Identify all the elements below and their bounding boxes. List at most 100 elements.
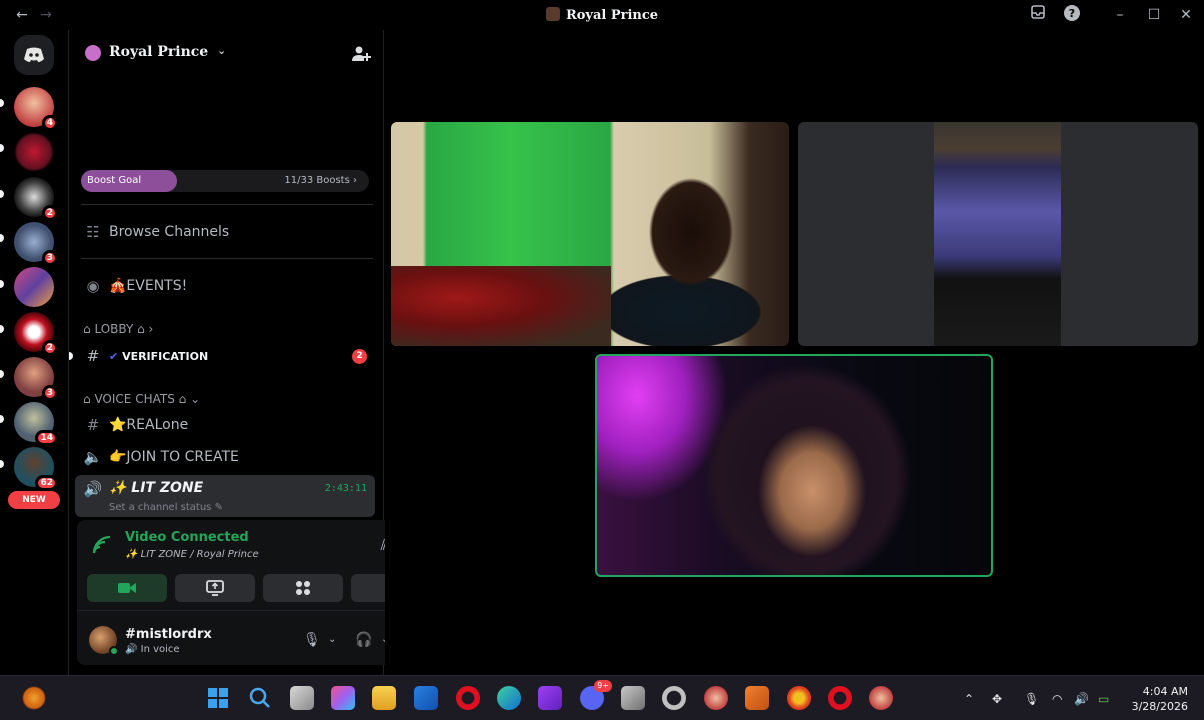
hash-icon: # bbox=[86, 347, 100, 365]
server-icon-1[interactable]: 4 bbox=[14, 87, 58, 131]
inbox-icon[interactable] bbox=[1028, 5, 1048, 25]
voice-status-icon: 🔊 bbox=[125, 644, 141, 655]
screen-share-button[interactable] bbox=[175, 574, 255, 602]
window-title-text: Royal Prince bbox=[565, 8, 659, 23]
battery-icon[interactable]: ▭ bbox=[1098, 690, 1109, 708]
chrome-icon[interactable] bbox=[787, 686, 811, 710]
voice-timer: 2:43:11 bbox=[324, 483, 367, 494]
unread-pip bbox=[0, 99, 4, 107]
microphone-icon[interactable]: 🎙 bbox=[303, 630, 321, 650]
discord-taskbar-icon[interactable]: 9+ bbox=[580, 680, 612, 710]
close-icon[interactable]: ✕ bbox=[1176, 5, 1196, 25]
windows-start-icon[interactable] bbox=[206, 686, 230, 710]
shared-screen-feed bbox=[934, 122, 1061, 346]
username[interactable]: #mistlordrx bbox=[125, 627, 212, 642]
boost-count: 11/33 Boosts › bbox=[284, 175, 357, 186]
server-rail: 4 2 3 2 3 14 62 NEW bbox=[0, 30, 68, 675]
server-name: Royal Prince bbox=[109, 44, 209, 60]
tray-microphone-icon[interactable]: 🎙 bbox=[1024, 690, 1039, 708]
help-icon[interactable]: ? bbox=[1062, 5, 1082, 25]
clock-date: 3/28/2026 bbox=[1131, 700, 1188, 713]
camera-app-icon[interactable] bbox=[621, 686, 645, 710]
category-lobby-label: LOBBY bbox=[94, 322, 134, 336]
file-explorer-icon[interactable] bbox=[372, 686, 396, 710]
weather-widget-icon[interactable] bbox=[22, 686, 46, 710]
browse-channels-label: Browse Channels bbox=[109, 224, 230, 240]
new-unreads-pill[interactable]: NEW bbox=[8, 491, 60, 509]
user-status: 🔊 In voice bbox=[125, 644, 180, 655]
server-badge: 2 bbox=[41, 205, 58, 221]
copilot-icon[interactable] bbox=[331, 686, 355, 710]
server-badge: 2 bbox=[41, 340, 58, 356]
opera-gx-icon[interactable] bbox=[828, 686, 852, 710]
server-icon-7[interactable]: 3 bbox=[14, 357, 58, 401]
server-icon-9[interactable]: 62 bbox=[14, 447, 58, 491]
browse-channels-item[interactable]: ☷ Browse Channels bbox=[75, 218, 375, 246]
boost-count-text: 11/33 Boosts bbox=[284, 175, 350, 186]
online-status-dot bbox=[109, 646, 119, 656]
video-tile-participant-1[interactable] bbox=[391, 122, 789, 346]
verification-text: VERIFICATION bbox=[122, 350, 209, 363]
edge-icon[interactable] bbox=[497, 686, 521, 710]
app-icon-avatar-2[interactable] bbox=[869, 686, 893, 710]
opera-icon[interactable] bbox=[456, 686, 480, 710]
video-background bbox=[391, 266, 611, 346]
discord-logo-icon bbox=[24, 47, 44, 62]
category-voice-chats[interactable]: ⌂ VOICE CHATS ⌂ ⌄ bbox=[83, 392, 200, 406]
hash-icon: # bbox=[86, 416, 100, 434]
boost-goal-bar[interactable]: Boost Goal 11/33 Boosts › bbox=[81, 170, 369, 192]
camera-toggle-button[interactable] bbox=[87, 574, 167, 602]
camera-icon bbox=[118, 583, 136, 593]
channel-verification-label: ✔ VERIFICATION bbox=[109, 350, 208, 363]
tray-overflow-chevron-icon[interactable]: ⌃ bbox=[964, 690, 974, 708]
search-icon[interactable] bbox=[248, 686, 272, 710]
category-lobby[interactable]: ⌂ LOBBY ⌂ › bbox=[83, 322, 153, 336]
channel-status-text: Set a channel status bbox=[109, 502, 212, 513]
channel-verification[interactable]: # ✔ VERIFICATION 2 bbox=[69, 342, 375, 370]
wifi-icon[interactable]: ◠ bbox=[1052, 690, 1062, 708]
discord-notification-badge: 9+ bbox=[594, 680, 612, 692]
server-icon-6[interactable]: 2 bbox=[14, 312, 58, 356]
channel-lit-zone[interactable]: 🔊 ✨ LIT ZONE 2:43:11 Set a channel statu… bbox=[75, 475, 375, 517]
channel-sidebar: Royal Prince ⌄ Boost Goal 11/33 Boosts ›… bbox=[68, 30, 443, 675]
mention-badge: 2 bbox=[352, 349, 367, 364]
server-icon-2[interactable] bbox=[14, 132, 54, 172]
tray-app-icon[interactable]: ✥ bbox=[992, 690, 1002, 708]
activities-button[interactable] bbox=[263, 574, 343, 602]
system-clock[interactable]: 4:04 AM 3/28/2026 bbox=[1132, 684, 1188, 714]
video-tile-screen-share[interactable] bbox=[798, 122, 1198, 346]
channel-events[interactable]: ◉ 🎪EVENTS! bbox=[75, 272, 375, 300]
server-badge-icon bbox=[85, 45, 101, 61]
server-header[interactable]: Royal Prince ⌄ bbox=[69, 30, 385, 78]
invite-people-icon[interactable] bbox=[351, 44, 371, 64]
speaker-active-icon: 🔊 bbox=[83, 480, 103, 498]
server-icon-5[interactable] bbox=[14, 267, 54, 307]
server-icon-8[interactable]: 14 bbox=[14, 402, 58, 446]
channel-join-label: 👉JOIN TO CREATE bbox=[109, 449, 239, 465]
channel-status[interactable]: Set a channel status ✎ bbox=[109, 502, 223, 513]
voice-status-subtitle[interactable]: ✨ LIT ZONE / Royal Prince bbox=[125, 549, 259, 560]
task-view-icon[interactable] bbox=[290, 686, 314, 710]
clipchamp-icon[interactable] bbox=[538, 686, 562, 710]
unread-pip bbox=[0, 144, 4, 152]
app-icon-avatar-1[interactable] bbox=[704, 686, 728, 710]
user-status-text: In voice bbox=[140, 644, 180, 655]
server-icon-3[interactable]: 2 bbox=[14, 177, 58, 221]
clock-app-icon[interactable] bbox=[662, 686, 686, 710]
discord-home-button[interactable] bbox=[14, 35, 54, 75]
server-badge: 4 bbox=[41, 115, 58, 131]
channel-lit-zone-label: ✨ LIT ZONE bbox=[109, 480, 204, 496]
minimize-icon[interactable]: – bbox=[1110, 5, 1130, 25]
avatar[interactable] bbox=[89, 626, 119, 656]
volume-icon[interactable]: 🔊 bbox=[1074, 690, 1089, 708]
fl-studio-icon[interactable] bbox=[745, 686, 769, 710]
server-icon-4[interactable]: 3 bbox=[14, 222, 58, 266]
headphones-icon[interactable]: 🎧 bbox=[355, 630, 372, 650]
mail-icon[interactable] bbox=[414, 686, 438, 710]
maximize-icon[interactable]: ☐ bbox=[1144, 5, 1164, 25]
browse-channels-icon: ☷ bbox=[86, 223, 100, 241]
channel-join-to-create[interactable]: 🔈 👉JOIN TO CREATE bbox=[75, 443, 375, 471]
channel-realone[interactable]: # ⭐REALone bbox=[75, 411, 375, 439]
mic-options-chevron-icon[interactable]: ⌄ bbox=[328, 630, 336, 650]
video-tile-speaking-participant[interactable] bbox=[595, 354, 993, 577]
